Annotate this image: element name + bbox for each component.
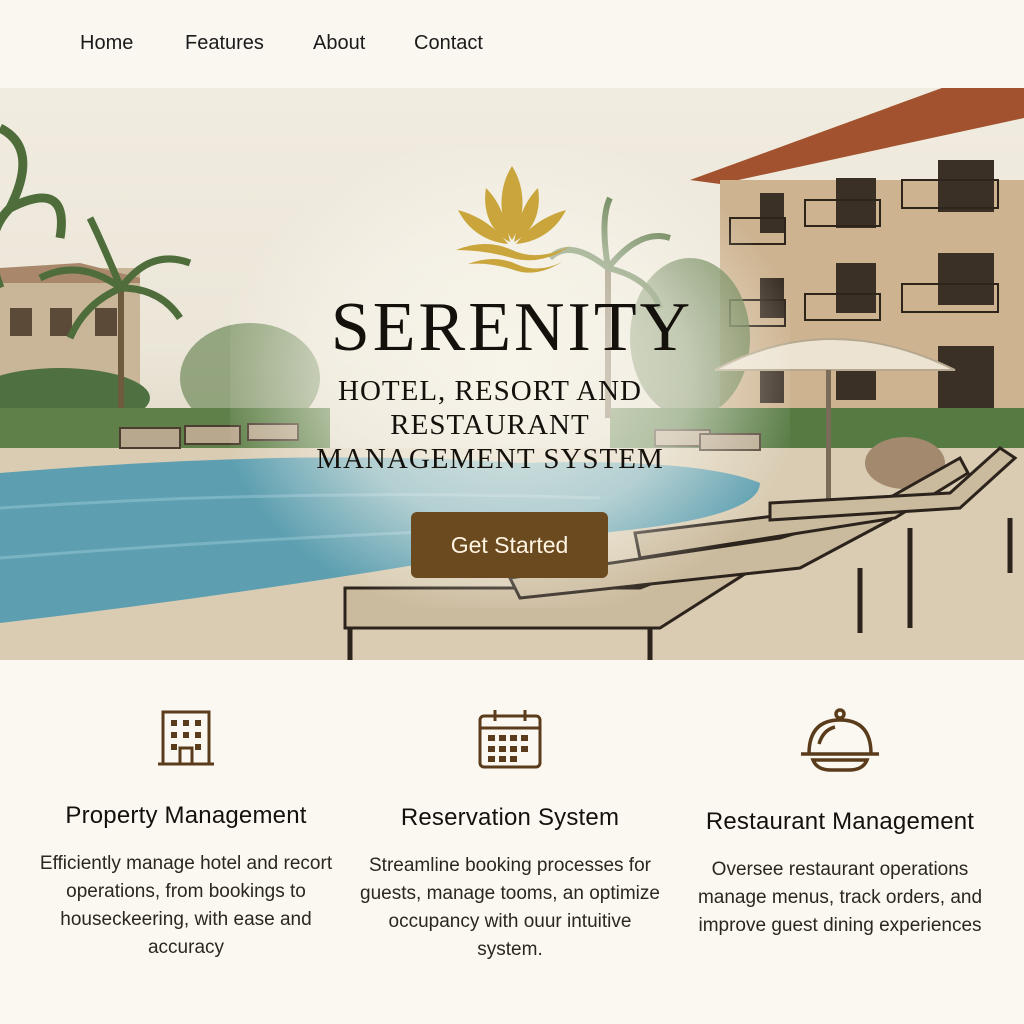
feature-restaurant-management: Restaurant Management Oversee restaurant…: [690, 708, 990, 940]
feature-property-management: Property Management Efficiently manage h…: [36, 708, 336, 962]
nav-contact-link[interactable]: Contact: [414, 32, 483, 55]
subtitle-line-1: HOTEL, RESORT AND: [338, 375, 642, 407]
feature-reservation-system: Reservation System Streamline booking pr…: [360, 708, 660, 964]
get-started-button[interactable]: Get Started: [411, 512, 608, 578]
calendar-icon: [478, 710, 542, 769]
cloche-icon: [801, 708, 879, 772]
subtitle-line-2: RESTAURANT: [390, 409, 590, 441]
nav-about-link[interactable]: About: [313, 32, 365, 55]
brand-title: SERENITY: [330, 289, 694, 366]
nav-features-link[interactable]: Features: [185, 32, 264, 55]
lotus-icon: [456, 166, 570, 273]
feature-description: Streamline booking processes for guests,…: [360, 855, 660, 960]
feature-description: Oversee restaurant operations manage men…: [697, 859, 983, 936]
hero-section: SERENITY HOTEL, RESORT AND RESTAURANT MA…: [0, 88, 1024, 660]
building-icon: [158, 710, 214, 766]
subtitle-line-3: MANAGEMENT SYSTEM: [316, 443, 664, 475]
top-nav: Home Features About Contact: [0, 0, 1024, 88]
feature-title: Reservation System: [400, 804, 620, 831]
nav-home-link[interactable]: Home: [80, 32, 133, 55]
hero-subtitle: HOTEL, RESORT AND RESTAURANT MANAGEMENT …: [300, 374, 680, 476]
feature-title: Property Management: [65, 802, 307, 829]
feature-title: Restaurant Management: [705, 808, 975, 835]
feature-description: Efficiently manage hotel and recort oper…: [39, 853, 333, 958]
